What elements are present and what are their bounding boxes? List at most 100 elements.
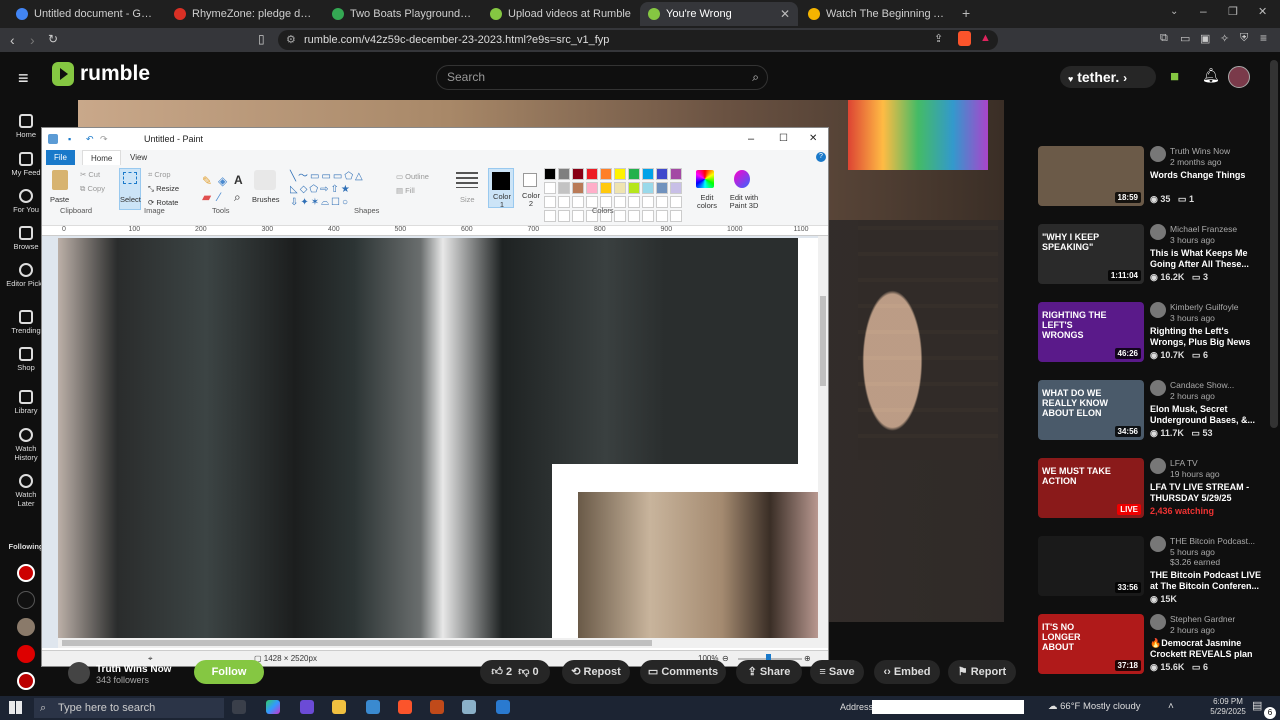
browser-tab[interactable]: Upload videos at Rumble bbox=[482, 2, 640, 26]
search-icon[interactable]: ⌕ bbox=[752, 66, 759, 89]
leo-icon[interactable]: ✧ bbox=[1220, 32, 1229, 45]
palette-swatch[interactable] bbox=[670, 182, 682, 194]
palette-swatch-empty[interactable] bbox=[670, 196, 682, 208]
tab-file[interactable]: File bbox=[46, 150, 75, 165]
report-button[interactable]: ⚑ Report bbox=[948, 660, 1016, 684]
save-quick-icon[interactable]: ▪ bbox=[68, 128, 71, 150]
video-channel[interactable]: Stephen Gardner bbox=[1170, 614, 1235, 624]
clock[interactable]: 6:09 PM 5/29/2025 bbox=[1206, 697, 1250, 717]
color2-button[interactable]: Color 2 bbox=[518, 168, 544, 208]
close-tab-icon[interactable]: ✕ bbox=[780, 7, 790, 21]
palette-swatch[interactable] bbox=[558, 168, 570, 180]
size-button[interactable]: Size bbox=[460, 195, 475, 204]
sidebar-icon[interactable]: ▭ bbox=[1180, 32, 1190, 45]
palette-swatch[interactable] bbox=[614, 168, 626, 180]
crop-button[interactable]: ⌗ Crop bbox=[148, 170, 171, 180]
page-scrollbar[interactable] bbox=[1270, 60, 1278, 428]
palette-swatch[interactable] bbox=[558, 182, 570, 194]
palette-swatch-empty[interactable] bbox=[544, 196, 556, 208]
recommended-video[interactable]: 33:56 THE Bitcoin Podcast... 5 hours ago… bbox=[1030, 536, 1270, 610]
notifications-bell-icon[interactable]: 🔔︎ bbox=[1202, 67, 1220, 84]
follow-button[interactable]: Follow bbox=[194, 660, 264, 684]
close-window-icon[interactable]: ✕ bbox=[1258, 5, 1267, 18]
shapes-gallery[interactable]: ╲〜▭▭▭⬠△ ◺◇⬠⇨⇧★ ⇩✦✶⌓☐○ bbox=[290, 170, 390, 208]
notifications-icon[interactable]: ▤ bbox=[1252, 699, 1262, 712]
select-button[interactable]: Select bbox=[119, 168, 141, 210]
browser-tab[interactable]: Two Boats Playground - Google Ma bbox=[324, 2, 482, 26]
palette-swatch-empty[interactable] bbox=[572, 196, 584, 208]
file-explorer-icon[interactable] bbox=[332, 700, 346, 714]
video-thumbnail[interactable]: WHAT DO WE REALLY KNOW ABOUT ELON 34:56 bbox=[1038, 380, 1144, 440]
copy-button[interactable]: ⧉ Copy bbox=[80, 184, 105, 194]
browser-tab-active[interactable]: You're Wrong ✕ bbox=[640, 2, 798, 26]
palette-swatch[interactable] bbox=[600, 168, 612, 180]
scroll-thumb[interactable] bbox=[62, 640, 652, 646]
video-thumbnail[interactable]: 18:59 bbox=[1038, 146, 1144, 206]
palette-swatch-empty[interactable] bbox=[544, 210, 556, 222]
palette-swatch[interactable] bbox=[642, 182, 654, 194]
comments-button[interactable]: ▭ Comments bbox=[640, 660, 726, 684]
embed-button[interactable]: ‹› Embed bbox=[874, 660, 940, 684]
palette-swatch-empty[interactable] bbox=[656, 210, 668, 222]
following-avatar[interactable] bbox=[17, 564, 35, 582]
share-icon[interactable]: ⇪ bbox=[934, 32, 943, 45]
share-button[interactable]: ⇪ Share bbox=[736, 660, 802, 684]
video-title[interactable]: Elon Musk, Secret Underground Bases, &..… bbox=[1150, 404, 1264, 426]
pencil-icon[interactable]: ✎ bbox=[202, 174, 212, 188]
paste-icon[interactable] bbox=[52, 170, 68, 190]
back-icon[interactable]: ‹ bbox=[10, 32, 15, 48]
palette-swatch[interactable] bbox=[656, 168, 668, 180]
following-avatar[interactable] bbox=[17, 645, 35, 663]
text-tool-icon[interactable]: A bbox=[234, 173, 243, 187]
channel-avatar[interactable] bbox=[68, 662, 90, 684]
paint3d-icon[interactable] bbox=[734, 170, 750, 188]
color1-button[interactable]: Color 1 bbox=[488, 168, 514, 209]
palette-swatch[interactable] bbox=[544, 182, 556, 194]
palette-swatch-empty[interactable] bbox=[642, 210, 654, 222]
user-avatar[interactable] bbox=[1228, 66, 1250, 88]
channel-avatar[interactable] bbox=[1150, 614, 1166, 630]
brave-shields-icon[interactable] bbox=[958, 31, 971, 46]
color-palette[interactable] bbox=[544, 168, 694, 222]
palette-swatch[interactable] bbox=[586, 168, 598, 180]
following-avatar[interactable] bbox=[17, 672, 35, 690]
video-title[interactable]: 🔥Democrat Jasmine Crockett REVEALS plan … bbox=[1150, 638, 1264, 660]
magnifier-icon[interactable]: ⌕ bbox=[234, 190, 241, 205]
task-view-icon[interactable] bbox=[232, 700, 246, 714]
palette-swatch[interactable] bbox=[572, 168, 584, 180]
video-channel[interactable]: THE Bitcoin Podcast... bbox=[1170, 536, 1255, 546]
video-thumbnail[interactable]: IT'S NO LONGER ABOUT 37:18 bbox=[1038, 614, 1144, 674]
app-icon[interactable] bbox=[496, 700, 510, 714]
outline-button[interactable]: ▭ Outline bbox=[396, 172, 429, 181]
palette-swatch-empty[interactable] bbox=[628, 210, 640, 222]
palette-swatch[interactable] bbox=[670, 168, 682, 180]
fill-bucket-icon[interactable]: ◈ bbox=[218, 174, 227, 188]
redo-icon[interactable]: ↷ bbox=[100, 128, 108, 150]
video-thumbnail[interactable]: 33:56 bbox=[1038, 536, 1144, 596]
palette-swatch[interactable] bbox=[600, 182, 612, 194]
brushes-icon[interactable] bbox=[254, 170, 276, 190]
paint-maximize-icon[interactable]: ☐ bbox=[779, 128, 788, 150]
rumble-logo[interactable]: rumble bbox=[52, 62, 150, 86]
canvas-vertical-scrollbar[interactable] bbox=[818, 236, 828, 648]
app-icon[interactable] bbox=[366, 700, 380, 714]
recommended-video[interactable]: IT'S NO LONGER ABOUT 37:18 Stephen Gardn… bbox=[1030, 614, 1270, 688]
paint-minimize-icon[interactable]: – bbox=[748, 128, 754, 150]
palette-swatch[interactable] bbox=[572, 182, 584, 194]
palette-swatch-empty[interactable] bbox=[572, 210, 584, 222]
extensions-icon[interactable]: ⧉ bbox=[1160, 32, 1168, 45]
weather-widget[interactable]: ☁ 66°F Mostly cloudy bbox=[1048, 701, 1141, 712]
tab-search-icon[interactable]: ⌄ bbox=[1170, 6, 1178, 17]
bookmark-icon[interactable]: ▯ bbox=[258, 32, 265, 46]
scroll-thumb[interactable] bbox=[820, 296, 826, 386]
video-title[interactable]: THE Bitcoin Podcast LIVE at The Bitcoin … bbox=[1150, 570, 1264, 592]
recommended-video[interactable]: 18:59 Truth Wins Now 2 months ago Words … bbox=[1030, 146, 1270, 220]
size-icon[interactable] bbox=[456, 172, 478, 188]
video-channel[interactable]: Kimberly Guilfoyle bbox=[1170, 302, 1239, 312]
app-icon[interactable] bbox=[300, 700, 314, 714]
browser-tab[interactable]: Watch The Beginning After the End bbox=[800, 2, 958, 26]
taskbar-search[interactable]: ⌕ Type here to search bbox=[34, 698, 224, 718]
rewards-icon[interactable]: ▲ bbox=[980, 32, 991, 44]
channel-avatar[interactable] bbox=[1150, 224, 1166, 240]
menu-icon[interactable]: ≡ bbox=[1260, 31, 1267, 45]
